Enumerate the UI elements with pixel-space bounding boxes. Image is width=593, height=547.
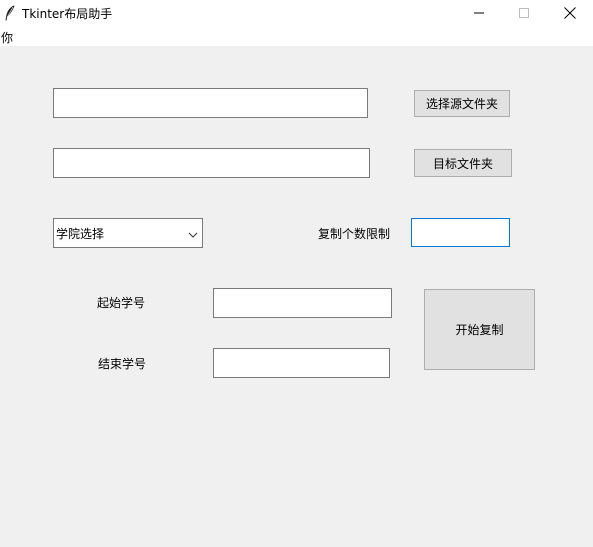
copy-limit-input[interactable] bbox=[411, 218, 510, 247]
end-id-input[interactable] bbox=[213, 348, 390, 378]
chevron-down-icon bbox=[186, 229, 200, 239]
maximize-button[interactable] bbox=[501, 0, 547, 26]
target-folder-input[interactable] bbox=[53, 148, 370, 178]
copy-limit-label: 复制个数限制 bbox=[318, 227, 391, 241]
college-select[interactable]: 学院选择 bbox=[53, 218, 203, 248]
end-id-label: 结束学号 bbox=[98, 357, 147, 371]
main-panel: 选择源文件夹 目标文件夹 学院选择 复制个数限制 起始学号 结束学号 开始复制 bbox=[0, 46, 593, 547]
close-button[interactable] bbox=[547, 0, 593, 26]
target-folder-button[interactable]: 目标文件夹 bbox=[414, 149, 512, 177]
start-id-label: 起始学号 bbox=[97, 296, 146, 310]
minimize-button[interactable] bbox=[456, 0, 502, 26]
menu-bar: 你 bbox=[0, 26, 593, 46]
maximize-icon bbox=[519, 8, 529, 18]
window-title: Tkinter布局助手 bbox=[22, 7, 113, 21]
start-copy-button[interactable]: 开始复制 bbox=[424, 289, 535, 370]
college-select-value: 学院选择 bbox=[56, 227, 105, 241]
minimize-icon bbox=[474, 12, 484, 14]
title-bar: Tkinter布局助手 bbox=[0, 0, 593, 26]
close-icon bbox=[564, 7, 576, 19]
select-source-folder-button[interactable]: 选择源文件夹 bbox=[414, 90, 510, 117]
menu-item-ni[interactable]: 你 bbox=[0, 29, 14, 46]
feather-icon bbox=[4, 5, 16, 21]
start-id-input[interactable] bbox=[213, 288, 392, 318]
source-folder-input[interactable] bbox=[53, 88, 368, 118]
